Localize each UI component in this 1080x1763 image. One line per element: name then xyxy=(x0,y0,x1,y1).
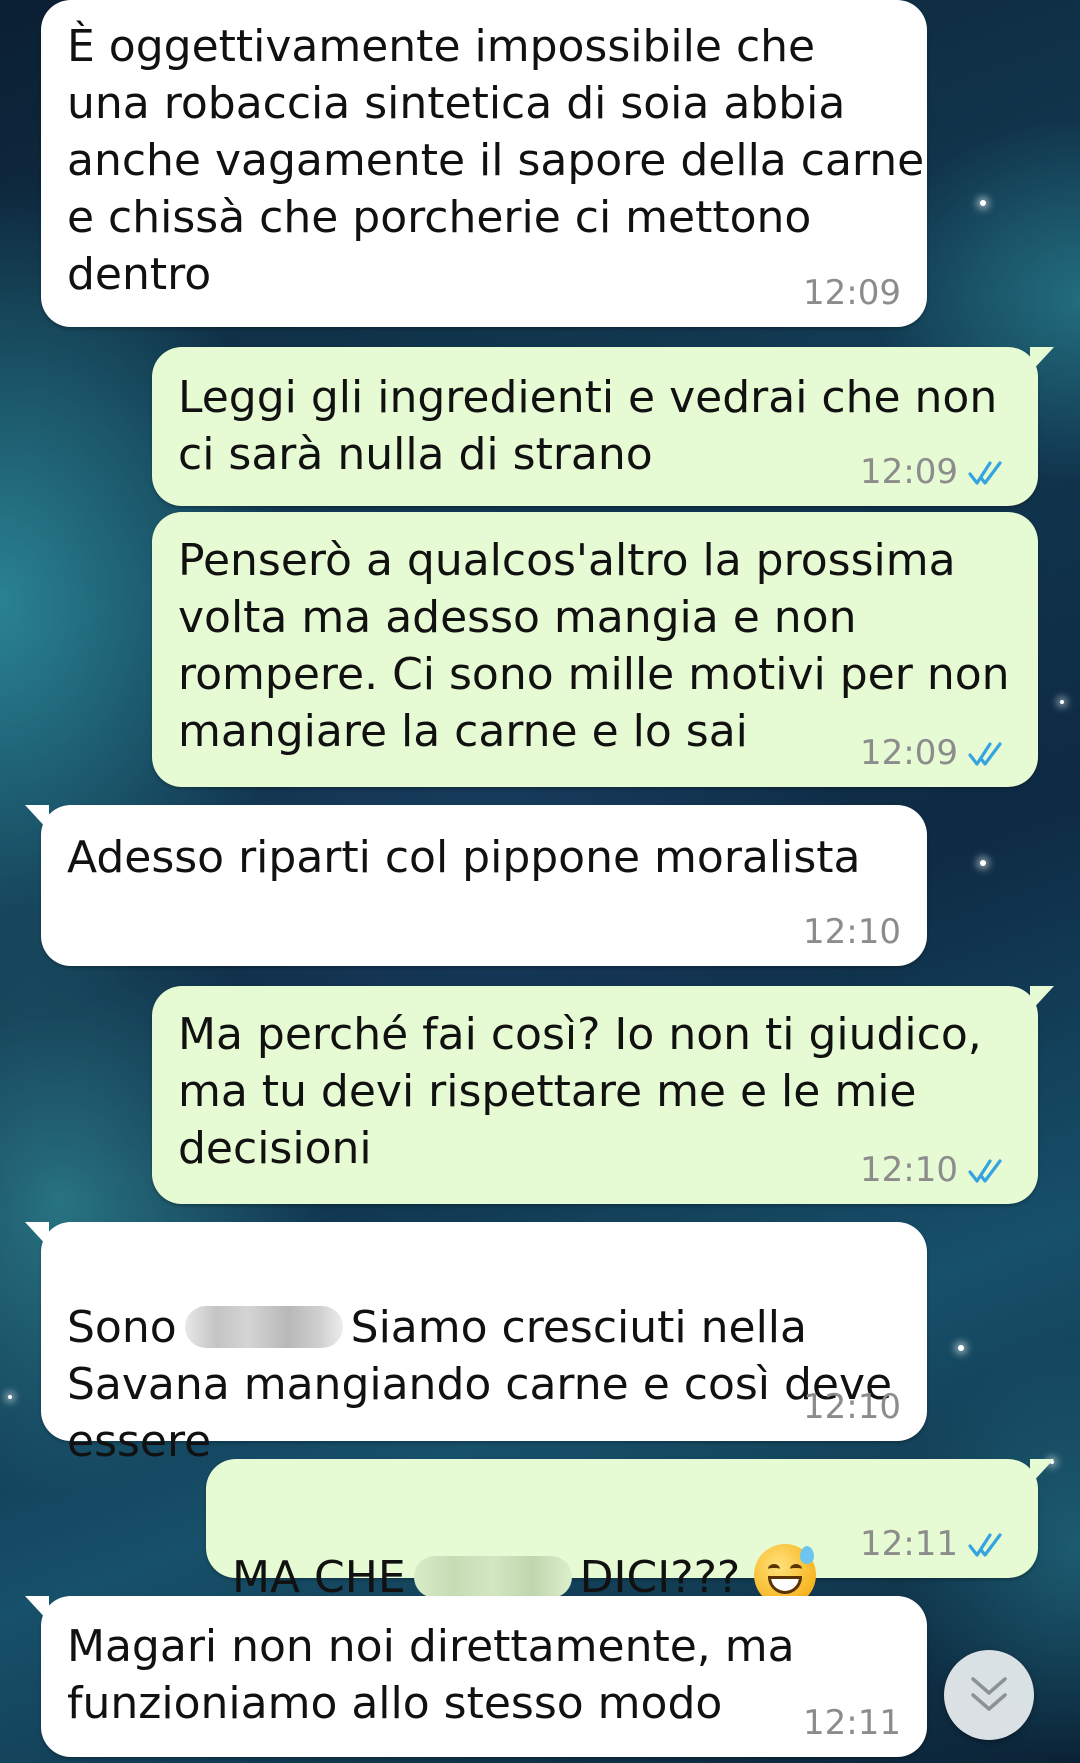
message-bubble-outgoing[interactable]: MA CHE DICI??? 12:11 xyxy=(206,1459,1054,1606)
double-check-icon xyxy=(968,1159,1002,1183)
message-meta: 12:09 xyxy=(803,273,901,313)
message-timestamp: 12:09 xyxy=(860,452,958,492)
message-text: Adesso riparti col pippone moralista xyxy=(67,832,861,883)
message-meta: 12:11 xyxy=(803,1703,901,1743)
message-meta: 12:10 xyxy=(803,912,901,952)
scroll-to-bottom-button[interactable] xyxy=(944,1650,1034,1740)
double-chevron-down-icon xyxy=(971,1677,1007,1711)
message-bubble-incoming[interactable]: È oggettivamente impossibile che una rob… xyxy=(41,0,927,327)
background-star xyxy=(980,860,986,866)
message-timestamp: 12:11 xyxy=(860,1524,958,1564)
background-star xyxy=(958,1345,964,1351)
message-bubble-incoming[interactable]: Sono Siamo cresciuti nella Savana mangian… xyxy=(25,1222,927,1467)
message-text: MA CHE DICI??? xyxy=(232,1487,817,1606)
bubble-tail xyxy=(1030,1459,1054,1485)
bubble-tail xyxy=(25,1222,49,1248)
message-timestamp: 12:10 xyxy=(803,1387,901,1427)
redacted-blur xyxy=(184,1306,343,1348)
message-meta: 12:10 xyxy=(803,1387,901,1427)
message-text: Penserò a qualcos'altro la prossima volt… xyxy=(178,535,1010,757)
double-check-icon xyxy=(968,1533,1002,1557)
message-bubble-incoming[interactable]: Magari non noi direttamente, ma funzioni… xyxy=(25,1596,927,1757)
message-timestamp: 12:11 xyxy=(803,1703,901,1743)
background-star xyxy=(980,200,986,206)
message-meta: 12:10 xyxy=(860,1150,1012,1190)
message-timestamp: 12:09 xyxy=(860,733,958,773)
message-text-part: Siamo cresciuti nella xyxy=(350,1302,807,1353)
double-check-icon xyxy=(968,461,1002,485)
message-text: È oggettivamente impossibile che una rob… xyxy=(67,21,925,300)
redacted-blur xyxy=(413,1556,572,1598)
message-text-part: Savana mangiando carne e così deve esser… xyxy=(67,1359,893,1467)
bubble-tail xyxy=(1030,347,1054,373)
message-meta: 12:09 xyxy=(860,452,1012,492)
bubble-tail xyxy=(1030,986,1054,1012)
message-bubble-outgoing[interactable]: Leggi gli ingredienti e vedrai che non c… xyxy=(152,347,1054,506)
background-star xyxy=(8,1395,12,1399)
background-star xyxy=(1060,700,1064,704)
message-timestamp: 12:09 xyxy=(803,273,901,313)
message-bubble-outgoing[interactable]: Penserò a qualcos'altro la prossima volt… xyxy=(152,512,1038,787)
message-bubble-outgoing[interactable]: Ma perché fai così? Io non ti giudico, m… xyxy=(152,986,1054,1204)
bubble-tail xyxy=(25,1596,49,1622)
message-bubble-incoming[interactable]: Adesso riparti col pippone moralista 12:… xyxy=(25,805,927,966)
message-timestamp: 12:10 xyxy=(860,1150,958,1190)
message-text: Magari non noi direttamente, ma funzioni… xyxy=(67,1621,795,1729)
message-text-part: Sono xyxy=(67,1302,177,1353)
message-timestamp: 12:10 xyxy=(803,912,901,952)
message-meta: 12:11 xyxy=(860,1524,1012,1564)
double-check-icon xyxy=(968,742,1002,766)
bubble-tail xyxy=(25,805,49,831)
message-meta: 12:09 xyxy=(860,733,1012,773)
